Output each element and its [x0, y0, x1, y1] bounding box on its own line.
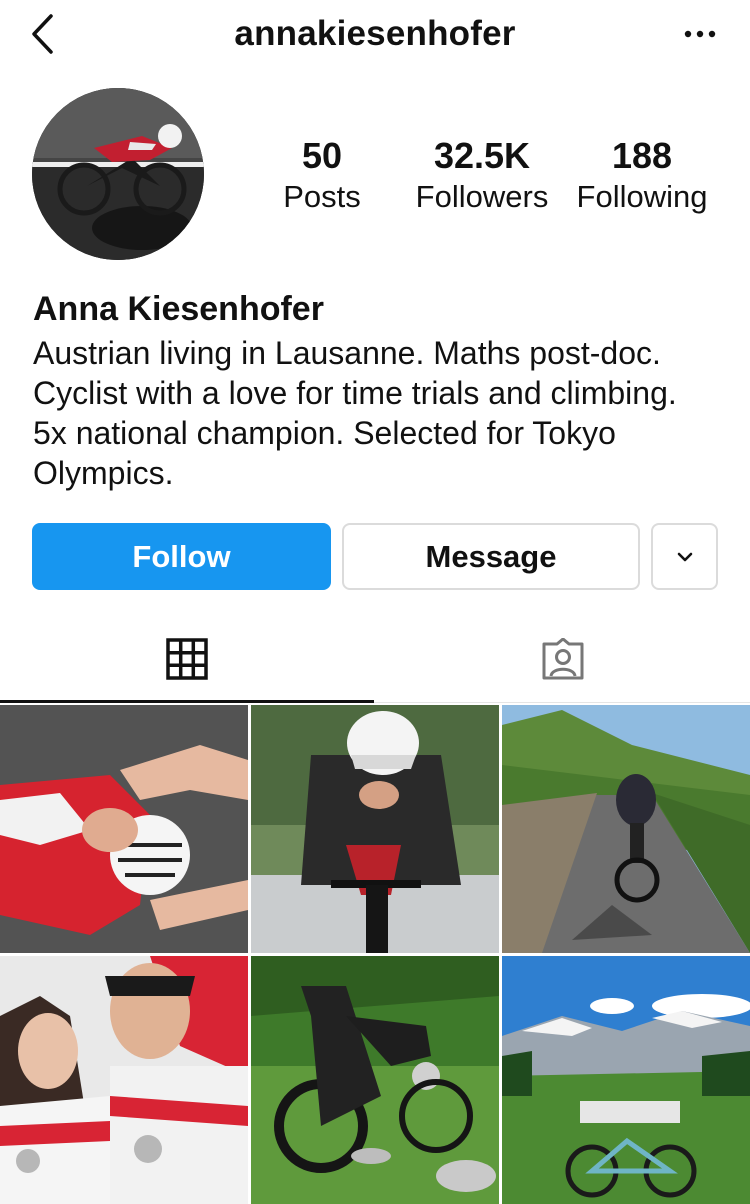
- photo-podium-medals: [0, 956, 248, 1204]
- post-thumbnail-5[interactable]: [251, 956, 499, 1204]
- active-tab-indicator: [0, 700, 374, 703]
- post-thumbnail-3[interactable]: [502, 705, 750, 953]
- posts-count: 50: [301, 135, 343, 176]
- following-count: 188: [611, 135, 673, 176]
- followers-count: 32.5K: [433, 135, 531, 176]
- suggested-accounts-dropdown-button[interactable]: [651, 523, 718, 590]
- post-thumbnail-4[interactable]: [0, 956, 248, 1204]
- photo-tt-bike-garden: [251, 956, 499, 1204]
- follow-button[interactable]: Follow: [32, 523, 331, 590]
- post-thumbnail-2[interactable]: [251, 705, 499, 953]
- photo-time-trial-rider: [251, 705, 499, 953]
- photo-vineyard-road: [502, 705, 750, 953]
- chevron-down-icon: [677, 552, 692, 561]
- post-thumbnail-6[interactable]: [502, 956, 750, 1204]
- stat-following[interactable]: 188 Following: [557, 136, 727, 216]
- stat-posts[interactable]: 50 Posts: [237, 136, 407, 216]
- post-thumbnail-1[interactable]: [0, 705, 248, 953]
- photo-mountain-bike-view: [502, 956, 750, 1204]
- tab-tagged[interactable]: [376, 615, 750, 703]
- profile-full-name: Anna Kiesenhofer: [33, 290, 324, 328]
- profile-bio: Austrian living in Lausanne. Maths post-…: [33, 335, 677, 491]
- following-label: Following: [576, 179, 708, 214]
- tagged-person-icon: [542, 638, 584, 680]
- grid-icon: [166, 638, 208, 680]
- tab-posts-grid[interactable]: [0, 615, 374, 703]
- more-options-button[interactable]: [680, 16, 720, 52]
- profile-username-title: annakiesenhofer: [234, 14, 516, 53]
- stat-followers[interactable]: 32.5K Followers: [397, 136, 567, 216]
- photo-austria-jersey: [0, 705, 248, 953]
- posts-label: Posts: [283, 179, 361, 214]
- message-button[interactable]: Message: [342, 523, 640, 590]
- followers-label: Followers: [415, 179, 549, 214]
- avatar-cyclist-photo: [32, 88, 204, 260]
- profile-avatar[interactable]: [32, 88, 204, 260]
- more-dots-icon: [684, 30, 716, 38]
